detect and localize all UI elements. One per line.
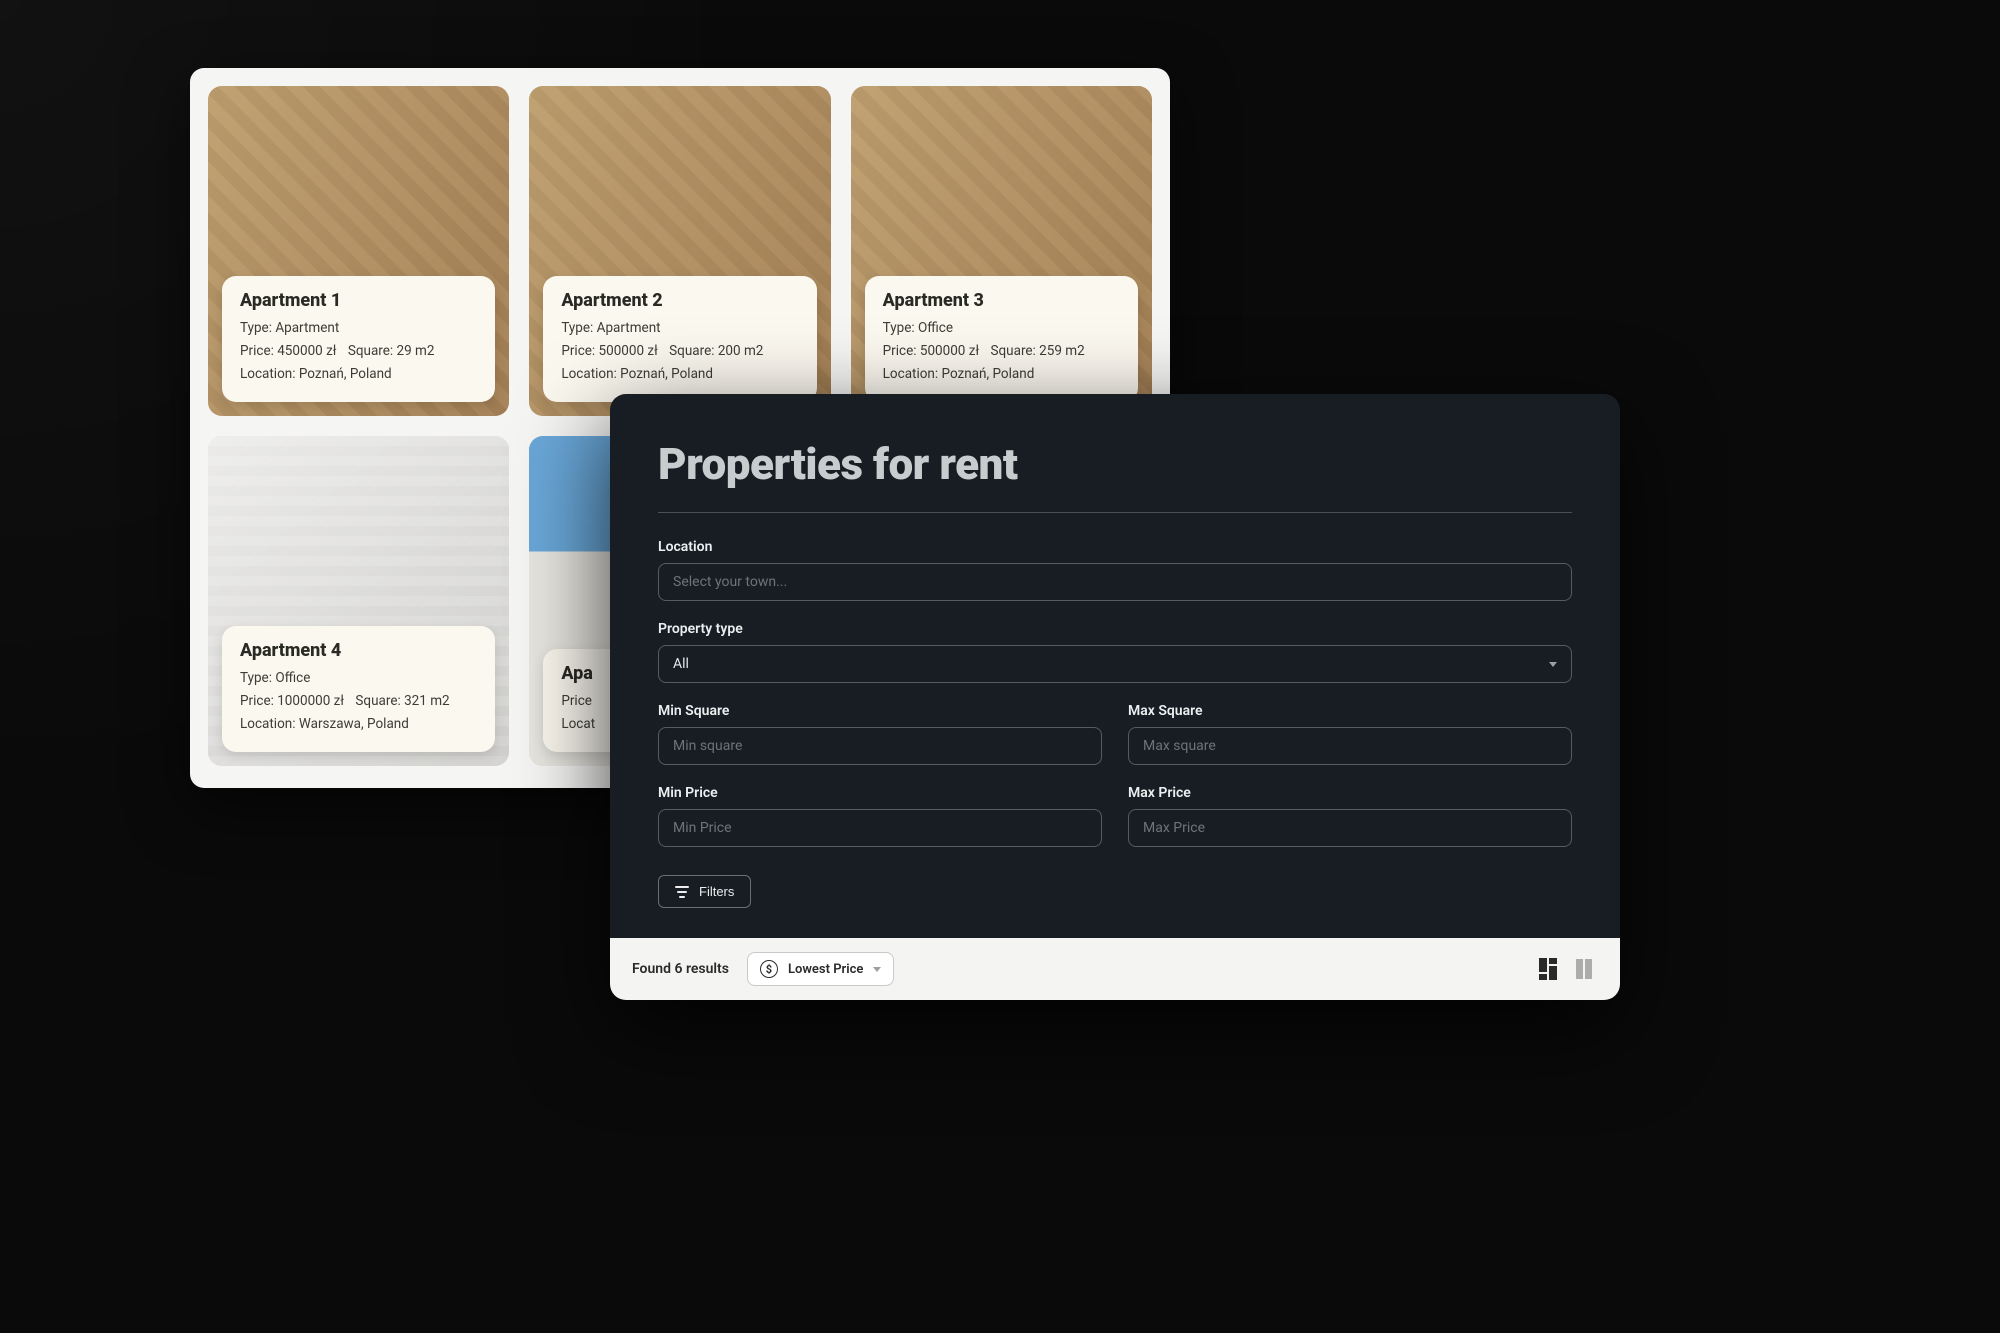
location-input[interactable] [658,563,1572,601]
min-price-input[interactable] [658,809,1102,847]
results-count: Found 6 results [632,961,729,977]
property-square: Square: 259 m2 [990,343,1084,359]
property-title: Apartment 1 [240,290,477,311]
property-title: Apartment 4 [240,640,477,661]
page-title: Properties for rent [658,438,1572,490]
property-type: Type: Office [883,317,1120,340]
layout-grid-button[interactable] [1534,957,1562,981]
max-price-label: Max Price [1128,785,1572,801]
property-type: Type: Office [240,667,477,690]
columns-icon [1576,959,1592,979]
property-square: Square: 200 m2 [669,343,763,359]
min-price-label: Min Price [658,785,1102,801]
location-label: Location [658,539,1572,555]
property-info-panel: Apartment 1 Type: Apartment Price: 45000… [222,276,495,402]
property-price: Price: 450000 zł [240,343,336,359]
sort-label: Lowest Price [788,962,863,977]
property-type-label: Property type [658,621,1572,637]
divider [658,512,1572,513]
property-search-panel: Properties for rent Location Property ty… [610,394,1620,1000]
property-price-square: Price: 500000 zł Square: 259 m2 [883,340,1120,363]
max-price-field: Max Price [1128,785,1572,847]
property-type-value: All [673,656,689,672]
property-type: Type: Apartment [240,317,477,340]
property-price: Price: 500000 zł [561,343,657,359]
max-square-label: Max Square [1128,703,1572,719]
property-card[interactable]: Apartment 3 Type: Office Price: 500000 z… [851,86,1152,416]
chevron-down-icon [873,967,881,972]
property-price: Price: 1000000 zł [240,693,344,709]
max-price-input[interactable] [1128,809,1572,847]
property-card[interactable]: Apartment 4 Type: Office Price: 1000000 … [208,436,509,766]
min-square-input[interactable] [658,727,1102,765]
layout-columns-button[interactable] [1570,957,1598,981]
min-square-field: Min Square [658,703,1102,765]
max-square-input[interactable] [1128,727,1572,765]
property-price: Price [561,693,592,709]
property-card[interactable]: Apartment 2 Type: Apartment Price: 50000… [529,86,830,416]
search-body: Properties for rent Location Property ty… [610,394,1620,938]
property-location: Location: Poznań, Poland [240,363,477,386]
property-location: Location: Warszawa, Poland [240,713,477,736]
results-bar: Found 6 results $ Lowest Price [610,938,1620,1000]
property-info-panel: Apartment 2 Type: Apartment Price: 50000… [543,276,816,402]
filters-button[interactable]: Filters [658,875,751,908]
location-field-row: Location [658,539,1572,601]
property-type-field-row: Property type All [658,621,1572,683]
price-range-row: Min Price Max Price [658,785,1572,847]
filter-icon [675,886,689,898]
min-price-field: Min Price [658,785,1102,847]
dollar-icon: $ [760,960,778,978]
property-type: Type: Apartment [561,317,798,340]
property-info-panel: Apartment 4 Type: Office Price: 1000000 … [222,626,495,752]
property-location: Location: Poznań, Poland [561,363,798,386]
property-card[interactable]: Apartment 1 Type: Apartment Price: 45000… [208,86,509,416]
property-square: Square: 321 m2 [355,693,449,709]
property-price: Price: 500000 zł [883,343,979,359]
property-price-square: Price: 1000000 zł Square: 321 m2 [240,690,477,713]
sort-dropdown[interactable]: $ Lowest Price [747,952,894,986]
max-square-field: Max Square [1128,703,1572,765]
property-location: Location: Poznań, Poland [883,363,1120,386]
layout-toggle [1534,957,1598,981]
property-title: Apartment 2 [561,290,798,311]
property-price-square: Price: 500000 zł Square: 200 m2 [561,340,798,363]
min-square-label: Min Square [658,703,1102,719]
property-info-panel: Apartment 3 Type: Office Price: 500000 z… [865,276,1138,402]
square-range-row: Min Square Max Square [658,703,1572,765]
grid-icon [1539,958,1557,980]
property-title: Apartment 3 [883,290,1120,311]
property-square: Square: 29 m2 [348,343,435,359]
chevron-down-icon [1549,662,1557,667]
property-price-square: Price: 450000 zł Square: 29 m2 [240,340,477,363]
property-type-select[interactable]: All [658,645,1572,683]
filters-button-label: Filters [699,884,734,899]
